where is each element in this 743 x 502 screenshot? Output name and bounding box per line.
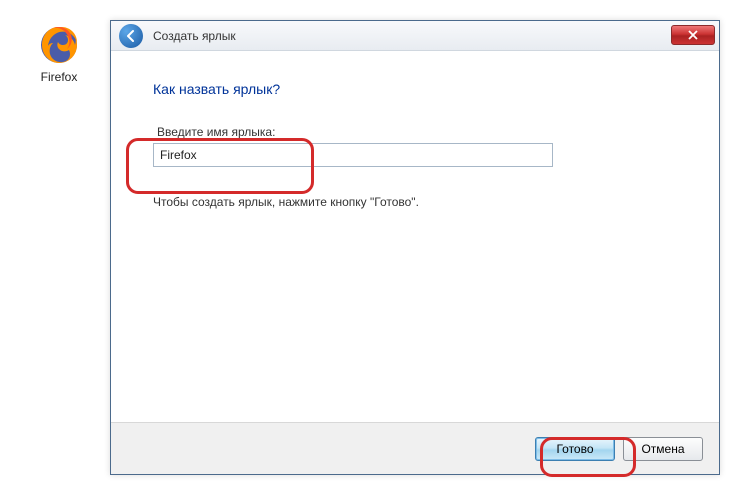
titlebar: Создать ярлык: [111, 21, 719, 51]
arrow-left-icon: [124, 29, 138, 43]
desktop-icon-firefox[interactable]: Firefox: [28, 22, 90, 84]
cancel-button[interactable]: Отмена: [623, 437, 703, 461]
close-button[interactable]: [671, 25, 715, 45]
shortcut-name-label: Введите имя ярлыка:: [153, 125, 687, 139]
window-title: Создать ярлык: [153, 29, 236, 43]
desktop-icon-label: Firefox: [28, 70, 90, 84]
close-icon: [688, 30, 698, 40]
hint-text: Чтобы создать ярлык, нажмите кнопку "Гот…: [153, 195, 687, 209]
firefox-icon: [36, 22, 82, 68]
wizard-content: Как назвать ярлык? Введите имя ярлыка: Ч…: [111, 51, 719, 422]
back-button[interactable]: [119, 24, 143, 48]
finish-button[interactable]: Готово: [535, 437, 615, 461]
page-heading: Как назвать ярлык?: [153, 81, 687, 97]
wizard-footer: Готово Отмена: [111, 422, 719, 474]
create-shortcut-wizard: Создать ярлык Как назвать ярлык? Введите…: [110, 20, 720, 475]
shortcut-name-input[interactable]: [153, 143, 553, 167]
